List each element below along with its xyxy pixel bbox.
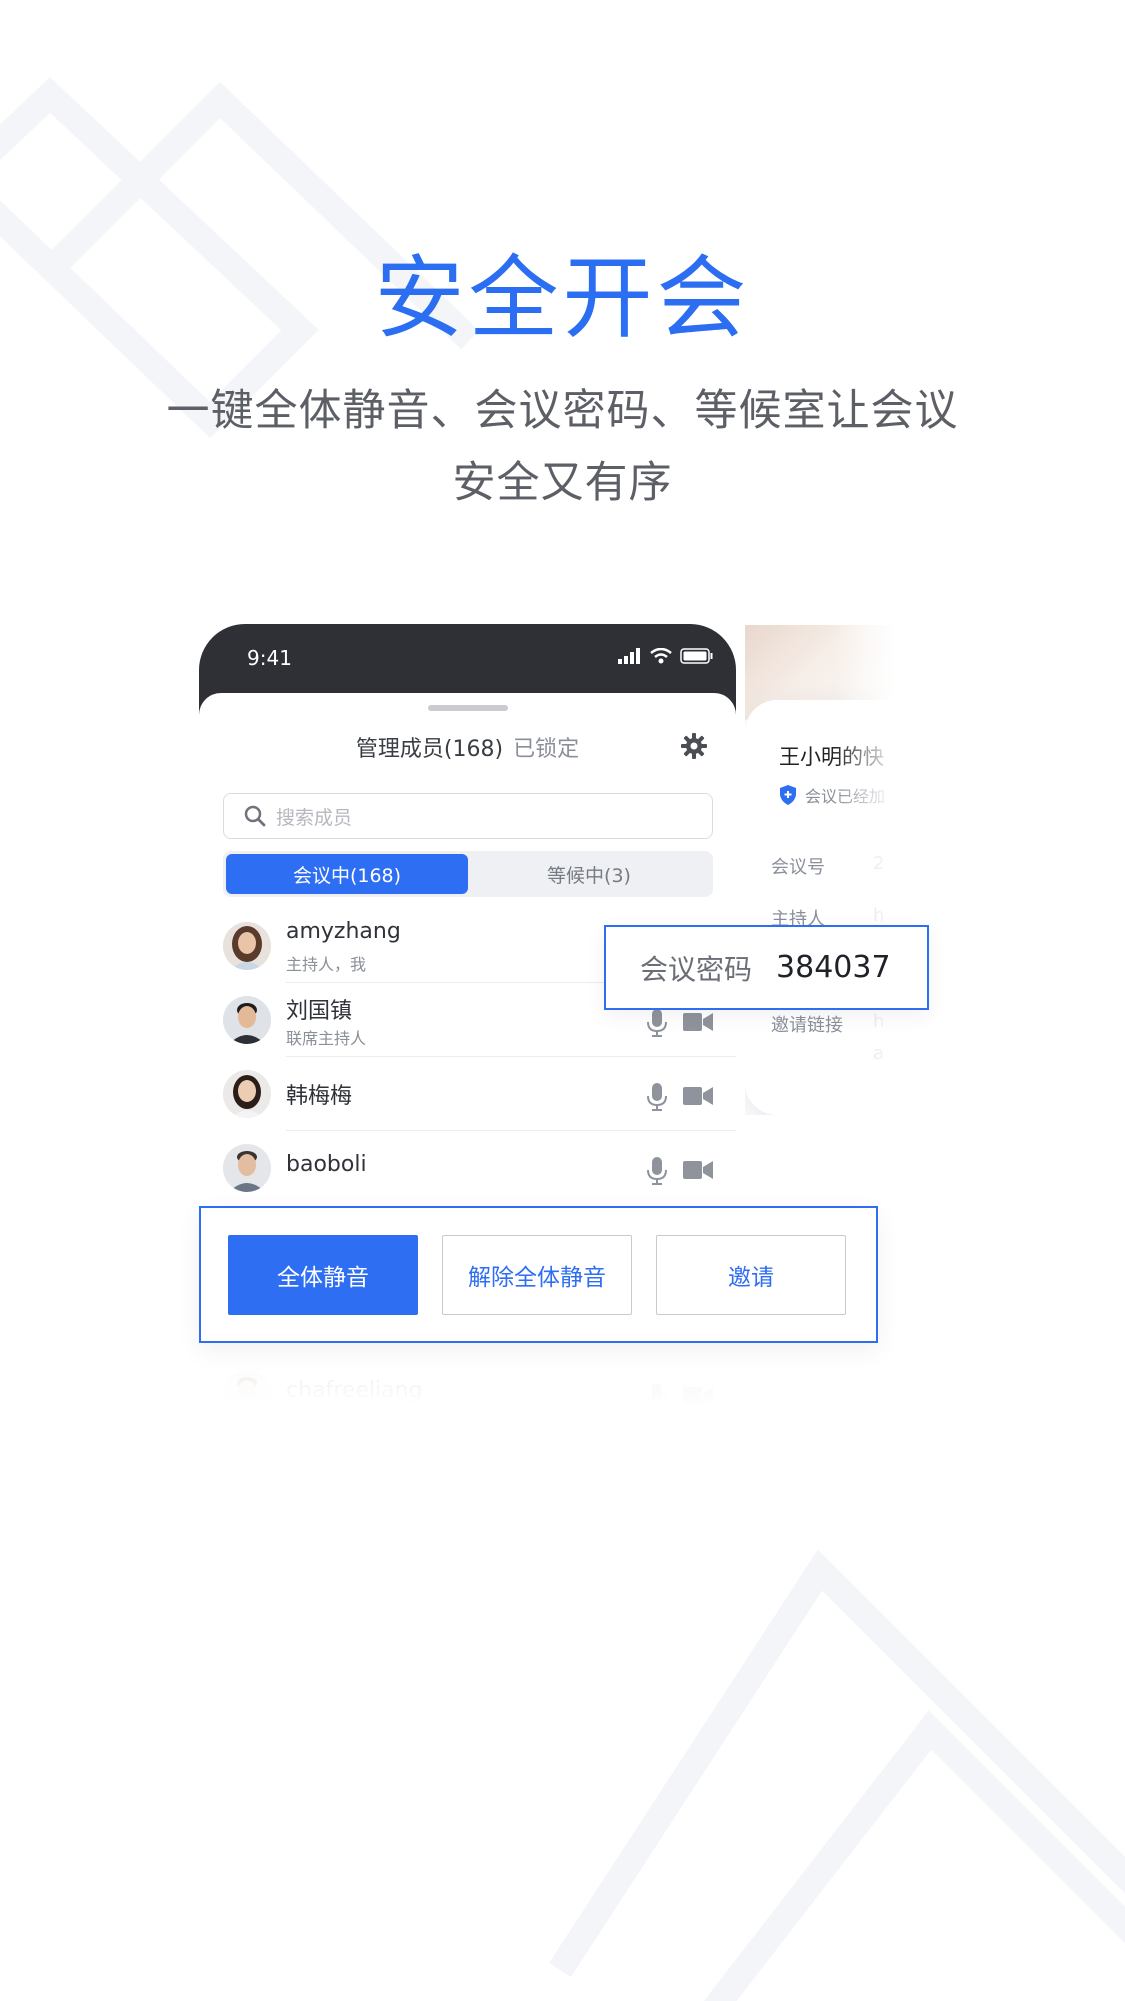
member-role: 主持人，我: [286, 955, 367, 974]
meeting-info-card: 王小明的快 会议已经加 会议号 2 主持人 h 邀请链接 h a: [745, 625, 895, 1115]
member-name: amyzhang: [286, 919, 401, 944]
shield-icon: [780, 785, 796, 805]
headline: 安全开会: [374, 246, 751, 351]
member-name: 韩梅梅: [286, 1084, 353, 1109]
row-label-invite-link: 邀请链接: [771, 1015, 843, 1036]
search-placeholder: 搜索成员: [276, 806, 353, 829]
password-value: 384037: [776, 950, 891, 985]
avatar: [223, 1070, 271, 1118]
member-search-input[interactable]: 搜索成员: [223, 793, 713, 839]
microphone-icon[interactable]: [647, 1009, 667, 1037]
row-label-meeting-id: 会议号: [771, 857, 825, 878]
member-name: baoboli: [286, 1152, 367, 1177]
members-count-title: 管理成员(168): [355, 737, 504, 762]
subheadline-line-2: 安全又有序: [452, 458, 673, 508]
card-fade: [835, 625, 895, 1115]
unmute-all-button[interactable]: 解除全体静音: [442, 1234, 632, 1315]
member-name: 刘国镇: [286, 999, 353, 1024]
battery-icon: [680, 648, 713, 664]
subheadline-line-1: 一键全体静音、会议密码、等候室让会议: [166, 386, 959, 436]
avatar: [223, 1144, 271, 1192]
gear-icon[interactable]: [681, 733, 707, 759]
microphone-icon[interactable]: [647, 1157, 667, 1185]
sheet-grabber[interactable]: [428, 705, 508, 711]
member-actions-bar: 全体静音 解除全体静音 邀请: [199, 1206, 878, 1343]
subheadline: 一键全体静音、会议密码、等候室让会议 安全又有序: [0, 375, 1125, 519]
member-tabs: 会议中(168) 等候中(3): [223, 851, 713, 897]
tab-in-meeting[interactable]: 会议中(168): [226, 854, 468, 894]
microphone-icon[interactable]: [647, 1083, 667, 1111]
camera-icon[interactable]: [683, 1160, 713, 1180]
member-row-hanmeimei[interactable]: 韩梅梅: [223, 1057, 736, 1131]
camera-icon[interactable]: [683, 1012, 713, 1032]
avatar: [223, 996, 271, 1044]
member-role: 联席主持人: [286, 1029, 367, 1048]
wifi-icon: [650, 648, 672, 664]
locked-status: 已锁定: [513, 737, 580, 762]
search-icon: [244, 805, 266, 827]
tab-waiting-room[interactable]: 等候中(3): [468, 854, 710, 894]
camera-icon[interactable]: [683, 1086, 713, 1106]
password-label: 会议密码: [640, 952, 753, 986]
status-icons: [618, 648, 714, 664]
status-time: 9:41: [247, 646, 292, 670]
sheet-title: 管理成员(168) 已锁定: [199, 731, 736, 763]
mute-all-button[interactable]: 全体静音: [228, 1234, 418, 1315]
invite-button[interactable]: 邀请: [656, 1234, 846, 1315]
meeting-password-callout: 会议密码 384037: [604, 925, 929, 1010]
avatar: [223, 922, 271, 970]
signal-icon: [618, 648, 640, 664]
member-row-baoboli[interactable]: baoboli: [223, 1131, 713, 1205]
